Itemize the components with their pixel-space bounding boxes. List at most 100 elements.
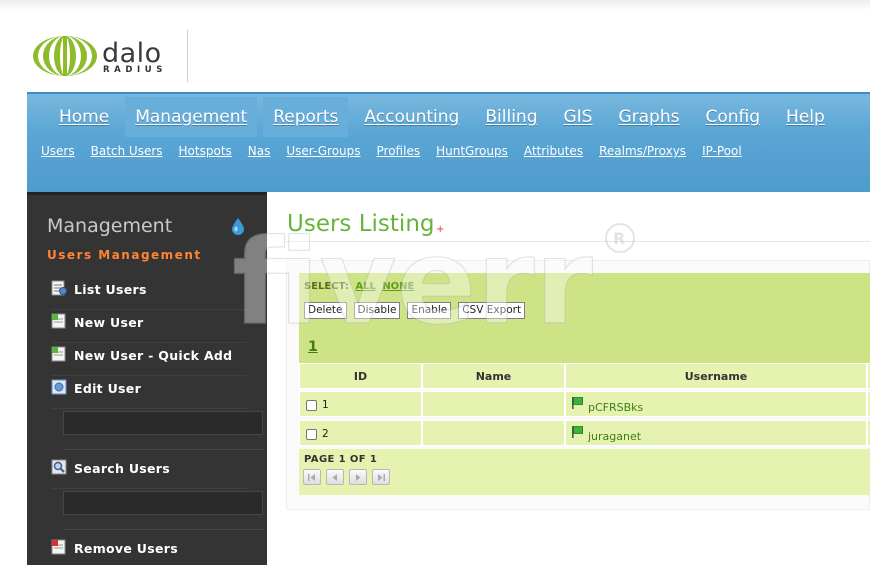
subtab-nas[interactable]: Nas <box>248 144 271 158</box>
username-link[interactable]: pCFRSBks <box>588 401 643 414</box>
tab-accounting[interactable]: Accounting <box>354 97 469 137</box>
tab-billing[interactable]: Billing <box>475 97 547 137</box>
previous-page-button[interactable] <box>326 469 344 485</box>
sidebar: Management Users Management List Users N… <box>27 192 267 565</box>
row-checkbox[interactable] <box>306 400 317 411</box>
sidebar-section-title: Users Management <box>47 248 202 262</box>
quick-add-icon <box>51 346 66 362</box>
search-users-icon <box>51 459 67 475</box>
new-user-icon <box>51 313 66 329</box>
subtab-attributes[interactable]: Attributes <box>524 144 583 158</box>
subtab-batch-users[interactable]: Batch Users <box>91 144 163 158</box>
user-status-flag-icon <box>572 397 584 409</box>
tab-management[interactable]: Management <box>125 97 258 137</box>
logo-subtext: RADIUS <box>103 65 167 75</box>
subtab-profiles[interactable]: Profiles <box>377 144 421 158</box>
sub-tabs: Users Batch Users Hotspots Nas User-Grou… <box>41 144 758 158</box>
next-page-button[interactable] <box>349 469 367 485</box>
sidebar-divider <box>63 449 263 450</box>
top-shadow <box>0 0 870 10</box>
cell-name <box>422 391 565 417</box>
tab-help[interactable]: Help <box>776 97 835 137</box>
table-row: 1 pCFRSBks <box>299 391 870 419</box>
tab-config[interactable]: Config <box>695 97 770 137</box>
disable-button[interactable]: Disable <box>353 302 401 319</box>
csv-export-button[interactable]: CSV Export <box>458 302 526 319</box>
remove-users-icon <box>51 539 66 555</box>
sidebar-divider <box>63 529 263 530</box>
list-users-icon <box>51 280 67 296</box>
sidebar-item-label: List Users <box>74 282 147 297</box>
tab-home[interactable]: Home <box>49 97 119 137</box>
page: dalo RADIUS Home Management Reports Acco… <box>0 0 870 565</box>
sidebar-item-edit-user[interactable]: Edit User <box>51 377 247 409</box>
sidebar-item-label: Edit User <box>74 381 142 396</box>
cell-username: pCFRSBks <box>565 391 867 417</box>
table-row: 2 juraganet <box>299 420 870 448</box>
subtab-realms-proxys[interactable]: Realms/Proxys <box>599 144 686 158</box>
tab-gis[interactable]: GIS <box>553 97 602 137</box>
sidebar-item-label: Remove Users <box>74 541 178 556</box>
title-marker: + <box>436 224 445 235</box>
sidebar-item-list-users[interactable]: List Users <box>51 278 247 310</box>
page-title: Users Listing <box>287 211 435 237</box>
svg-text:R: R <box>613 229 625 248</box>
main-tabs: Home Management Reports Accounting Billi… <box>49 97 841 137</box>
user-status-flag-icon <box>572 426 584 438</box>
subtab-huntgroups[interactable]: HuntGroups <box>436 144 508 158</box>
sidebar-item-new-user[interactable]: New User <box>51 311 247 343</box>
table-header-row: ID Name Username <box>299 363 870 391</box>
top-navigation: Home Management Reports Accounting Billi… <box>27 92 870 192</box>
first-page-button[interactable] <box>303 469 321 485</box>
header-cell-id[interactable]: ID <box>299 363 422 389</box>
enable-button[interactable]: Enable <box>407 302 452 319</box>
cell-id: 1 <box>299 391 422 417</box>
sidebar-title: Management <box>47 215 173 237</box>
sidebar-item-search-users[interactable]: Search Users <box>51 457 247 489</box>
header-id: ID <box>353 370 368 383</box>
first-page-icon <box>308 474 315 481</box>
sidebar-item-remove-users[interactable]: Remove Users <box>51 537 247 565</box>
select-all-link[interactable]: ALL <box>355 281 375 292</box>
sidebar-item-label: New User - Quick Add <box>74 348 233 363</box>
cell-id: 2 <box>299 420 422 446</box>
title-divider <box>286 241 870 242</box>
tab-reports[interactable]: Reports <box>263 97 349 137</box>
pager-text: PAGE 1 OF 1 <box>304 454 378 465</box>
header-cell-username[interactable]: Username <box>565 363 867 389</box>
row-id: 2 <box>322 428 329 440</box>
cell-name <box>422 420 565 446</box>
sidebar-item-label: New User <box>74 315 144 330</box>
previous-page-icon <box>332 474 337 481</box>
last-page-button[interactable] <box>372 469 390 485</box>
select-label: SELECT: <box>304 281 349 292</box>
subtab-hotspots[interactable]: Hotspots <box>179 144 232 158</box>
sidebar-item-label: Search Users <box>74 461 171 476</box>
drop-icon[interactable] <box>231 217 245 235</box>
header-cell-name[interactable]: Name <box>422 363 565 389</box>
logo-ball-icon <box>33 36 97 76</box>
logo-text: dalo <box>102 38 162 69</box>
subtab-ip-pool[interactable]: IP-Pool <box>702 144 742 158</box>
page-number-link[interactable]: 1 <box>308 339 318 355</box>
subtab-user-groups[interactable]: User-Groups <box>286 144 360 158</box>
next-page-icon <box>356 474 361 481</box>
delete-button[interactable]: Delete <box>304 302 347 319</box>
tab-graphs[interactable]: Graphs <box>608 97 689 137</box>
last-page-icon <box>378 474 385 481</box>
edit-user-input[interactable] <box>63 411 263 435</box>
select-none-link[interactable]: NONE <box>382 281 414 292</box>
select-row: SELECT: ALL NONE <box>304 281 414 292</box>
edit-user-icon <box>51 379 67 395</box>
username-link[interactable]: juraganet <box>588 430 641 443</box>
pager-buttons <box>303 469 395 485</box>
dalo-logo[interactable]: dalo RADIUS <box>32 34 182 78</box>
subtab-users[interactable]: Users <box>41 144 75 158</box>
row-checkbox[interactable] <box>306 429 317 440</box>
header-username: Username <box>684 370 748 383</box>
header-name: Name <box>475 370 512 383</box>
search-users-input[interactable] <box>63 491 263 515</box>
logo-divider <box>187 30 188 82</box>
sidebar-item-quick-add[interactable]: New User - Quick Add <box>51 344 247 376</box>
action-buttons: Delete Disable Enable CSV Export <box>304 302 532 319</box>
